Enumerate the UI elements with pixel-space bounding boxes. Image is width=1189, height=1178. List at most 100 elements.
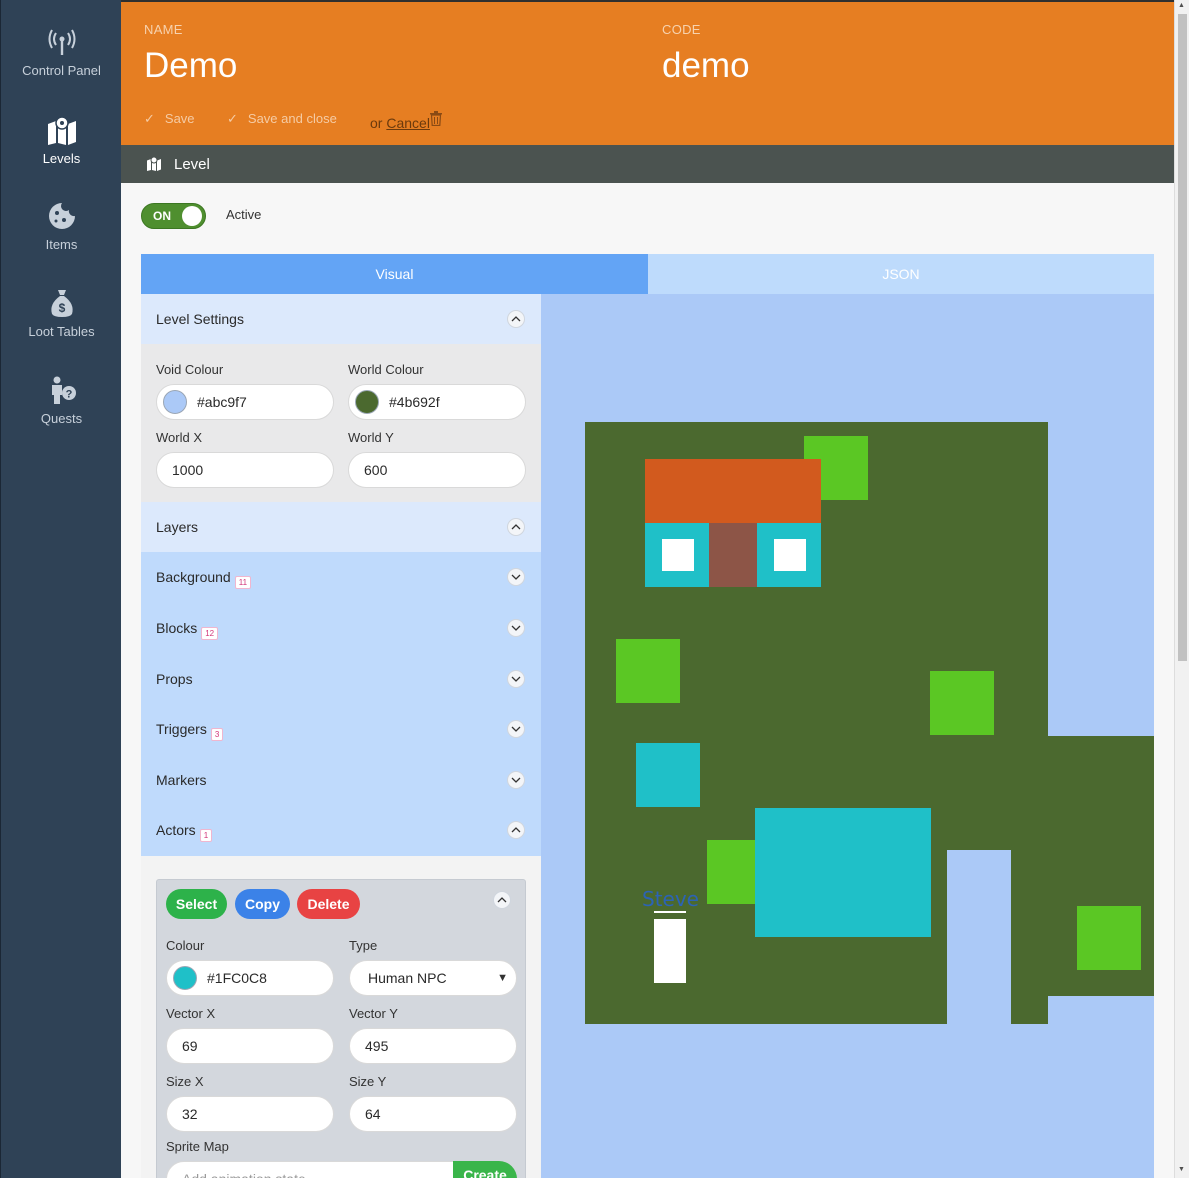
layer-row-triggers[interactable]: Triggers 3 xyxy=(141,704,541,755)
layer-name: Markers xyxy=(156,772,207,788)
house-roof[interactable] xyxy=(645,459,821,523)
void-colour-label: Void Colour xyxy=(156,362,224,377)
code-label: CODE xyxy=(662,22,701,37)
select-button[interactable]: Select xyxy=(166,889,227,919)
toggle-state-label: ON xyxy=(153,209,171,223)
world-y-label: World Y xyxy=(348,430,394,445)
layer-row-actors[interactable]: Actors 1 xyxy=(141,805,541,856)
world-x-field[interactable]: 1000 xyxy=(156,452,334,488)
map-icon xyxy=(1,115,122,145)
scroll-down-arrow-icon[interactable]: ▼ xyxy=(1178,1166,1185,1173)
scrollbar-thumb[interactable] xyxy=(1178,14,1187,661)
sidebar-item-items[interactable]: Items xyxy=(1,201,122,252)
layer-row-markers[interactable]: Markers xyxy=(141,755,541,806)
trash-icon[interactable] xyxy=(430,111,442,131)
layer-name: Triggers xyxy=(156,721,207,737)
save-button[interactable]: ✓ Save xyxy=(144,111,195,127)
active-toggle[interactable]: ON xyxy=(141,203,206,229)
page-scrollbar[interactable]: ▲ ▼ xyxy=(1174,0,1189,1178)
animation-state-input[interactable]: Add animation state xyxy=(166,1161,456,1178)
world-colour-field[interactable]: #4b692f xyxy=(348,384,526,420)
level-settings-body: Void Colour #abc9f7 World Colour #4b692f… xyxy=(141,344,541,502)
sidebar-item-loot-tables[interactable]: $ Loot Tables xyxy=(1,288,122,339)
active-label: Active xyxy=(226,207,262,222)
sidebar: Control Panel Levels Items $ Loot Tables… xyxy=(0,0,121,1178)
level-canvas[interactable]: Steve xyxy=(541,294,1154,1178)
actor-sprite[interactable] xyxy=(654,919,686,983)
type-select[interactable]: Human NPC ▼ xyxy=(349,960,517,996)
layer-name: Blocks xyxy=(156,620,198,636)
colour-label: Colour xyxy=(166,938,205,953)
tab-visual[interactable]: Visual xyxy=(141,254,648,294)
save-and-close-button[interactable]: ✓ Save and close xyxy=(227,111,337,127)
scroll-up-arrow-icon[interactable]: ▲ xyxy=(1178,2,1185,9)
record-header: NAME Demo CODE demo ✓ Save ✓ Save and clos… xyxy=(121,0,1174,145)
chevron-up-icon[interactable] xyxy=(493,891,511,909)
void-colour-field[interactable]: #abc9f7 xyxy=(156,384,334,420)
layer-row-blocks[interactable]: Blocks 12 xyxy=(141,603,541,654)
map-icon xyxy=(146,156,162,175)
actor-card: Select Copy Delete Colour #1FC0C8 Type H… xyxy=(156,879,526,1178)
name-value[interactable]: Demo xyxy=(144,46,237,86)
breadcrumb: Level xyxy=(121,145,1174,183)
check-icon: ✓ xyxy=(144,111,155,126)
layers-header[interactable]: Layers xyxy=(141,502,541,552)
colour-swatch[interactable] xyxy=(173,966,197,990)
house-window-right[interactable] xyxy=(774,539,806,571)
world-y-field[interactable]: 600 xyxy=(348,452,526,488)
copy-button[interactable]: Copy xyxy=(235,889,290,919)
chevron-up-icon[interactable] xyxy=(507,821,525,839)
actor-name-label: Steve xyxy=(642,887,699,911)
chevron-up-icon[interactable] xyxy=(507,310,525,328)
sidebar-item-quests[interactable]: ? Quests xyxy=(1,375,122,426)
vector-x-field[interactable]: 69 xyxy=(166,1028,334,1064)
sidebar-item-label: Items xyxy=(45,237,78,252)
count-badge: 12 xyxy=(201,627,219,640)
svg-text:?: ? xyxy=(65,389,72,401)
water-block[interactable] xyxy=(636,743,700,807)
code-value[interactable]: demo xyxy=(662,46,750,86)
layer-row-props[interactable]: Props xyxy=(141,654,541,705)
grass-block[interactable] xyxy=(616,639,680,703)
breadcrumb-label: Level xyxy=(174,156,210,173)
tab-json[interactable]: JSON xyxy=(648,254,1154,294)
water-pool[interactable] xyxy=(755,808,931,937)
chevron-up-icon[interactable] xyxy=(507,518,525,536)
size-y-field[interactable]: 64 xyxy=(349,1096,517,1132)
colour-swatch[interactable] xyxy=(355,390,379,414)
size-x-label: Size X xyxy=(166,1074,204,1089)
world-x-label: World X xyxy=(156,430,202,445)
chevron-down-icon[interactable] xyxy=(507,720,525,738)
layer-row-background[interactable]: Background 11 xyxy=(141,552,541,603)
cancel-group: or Cancel xyxy=(370,115,430,131)
colour-swatch[interactable] xyxy=(163,390,187,414)
chevron-down-icon[interactable] xyxy=(507,670,525,688)
layer-name: Actors xyxy=(156,822,196,838)
house-window-left[interactable] xyxy=(662,539,694,571)
layer-name: Props xyxy=(156,671,193,687)
delete-button[interactable]: Delete xyxy=(297,889,360,919)
count-badge: 11 xyxy=(234,576,252,589)
layer-name: Background xyxy=(156,569,231,585)
chevron-down-icon[interactable] xyxy=(507,568,525,586)
create-button[interactable]: Create xyxy=(453,1161,517,1178)
vector-y-field[interactable]: 495 xyxy=(349,1028,517,1064)
actor-colour-field[interactable]: #1FC0C8 xyxy=(166,960,334,996)
person-question-icon: ? xyxy=(1,375,122,405)
check-icon: ✓ xyxy=(227,111,238,126)
cancel-link[interactable]: Cancel xyxy=(386,115,430,131)
sidebar-item-levels[interactable]: Levels xyxy=(1,115,122,166)
level-settings-header[interactable]: Level Settings xyxy=(141,294,541,344)
chevron-down-icon[interactable] xyxy=(507,771,525,789)
grass-block[interactable] xyxy=(1077,906,1141,970)
money-bag-icon: $ xyxy=(1,288,122,318)
house-door[interactable] xyxy=(709,523,757,587)
chevron-down-icon: ▼ xyxy=(497,972,508,984)
sidebar-item-control-panel[interactable]: Control Panel xyxy=(1,27,122,78)
editor-panel: Level Settings Void Colour #abc9f7 World… xyxy=(141,294,541,1178)
or-text: or xyxy=(370,115,383,131)
grass-block[interactable] xyxy=(930,671,994,735)
vector-y-label: Vector Y xyxy=(349,1006,398,1021)
chevron-down-icon[interactable] xyxy=(507,619,525,637)
size-x-field[interactable]: 32 xyxy=(166,1096,334,1132)
